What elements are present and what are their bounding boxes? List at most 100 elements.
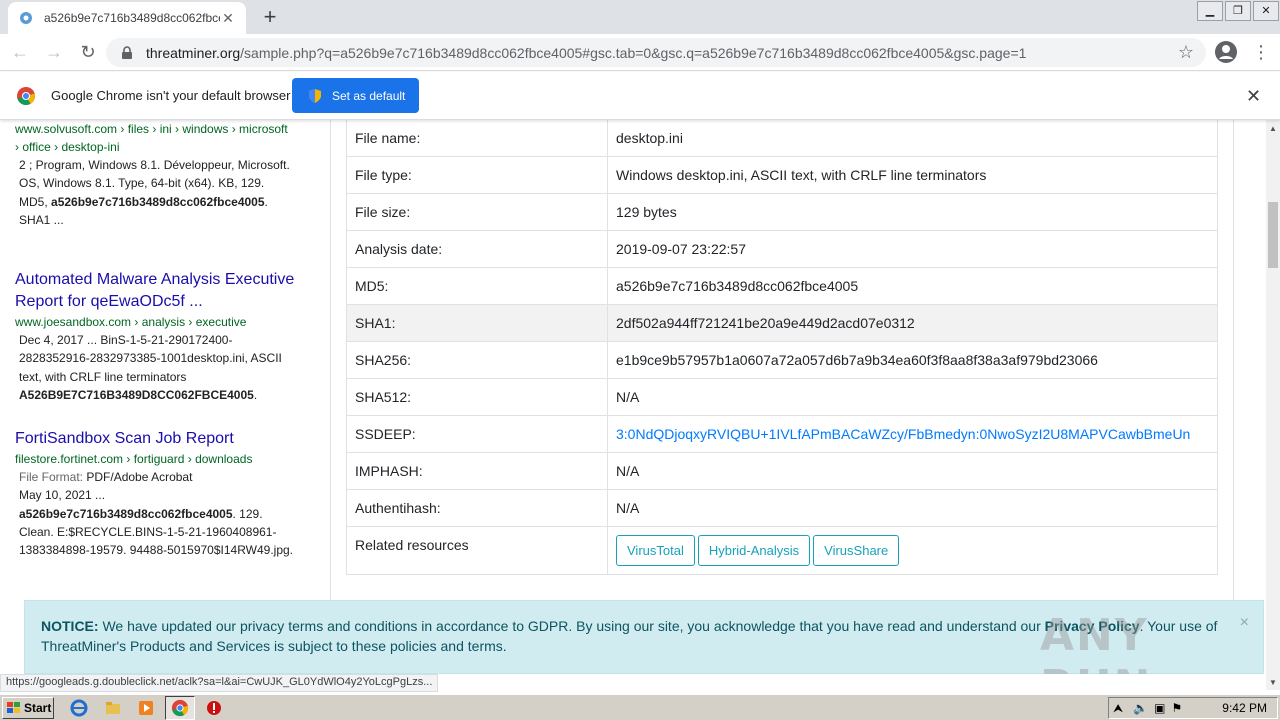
- page-content: www.solvusoft.com › files › ini › window…: [0, 120, 1268, 674]
- result-snippet: File Format: PDF/Adobe Acrobat May 10, 20…: [15, 468, 295, 559]
- start-button[interactable]: Start: [2, 697, 54, 719]
- window-controls: ▁ ❐ ✕: [1196, 0, 1280, 22]
- media-player-icon[interactable]: [137, 699, 155, 717]
- table-row: File size: 129 bytes: [347, 193, 1217, 230]
- result-title[interactable]: FortiSandbox Scan Job Report: [15, 428, 295, 450]
- restore-button[interactable]: ❐: [1225, 1, 1251, 21]
- row-label: SHA256:: [347, 342, 608, 378]
- row-value: 129 bytes: [616, 204, 677, 220]
- flag-icon[interactable]: ⚑: [1172, 701, 1183, 715]
- status-url: https://googleads.g.doubleclick.net/aclk…: [0, 674, 439, 692]
- result-url[interactable]: www.solvusoft.com › files › ini › window…: [15, 120, 295, 156]
- shield-icon: [309, 88, 321, 103]
- start-label: Start: [24, 701, 52, 715]
- ssdeep-link[interactable]: 3:0NdQDjoqxyRVIQBU+1IVLfAPmBACaWZcy/FbBm…: [608, 416, 1217, 452]
- virustotal-button[interactable]: VirusTotal: [616, 535, 695, 566]
- table-row: File name: desktop.ini: [347, 120, 1217, 156]
- row-value: N/A: [616, 500, 640, 516]
- virusshare-button[interactable]: VirusShare: [813, 535, 900, 566]
- result-url[interactable]: filestore.fortinet.com › fortiguard › do…: [15, 450, 295, 468]
- table-row: MD5: a526b9e7c716b3489d8cc062fbce4005: [347, 267, 1217, 304]
- snippet-highlight: a526b9e7c716b3489d8cc062fbce4005: [51, 194, 265, 209]
- url-path: /sample.php?q=a526b9e7c716b3489d8cc062fb…: [240, 44, 1027, 61]
- taskbar-clock: 9:42 PM: [1222, 701, 1267, 715]
- table-row: File type: Windows desktop.ini, ASCII tex…: [347, 156, 1217, 193]
- browser-toolbar: ← → ↻ threatminer.org/sample.php?q=a526b…: [0, 34, 1280, 71]
- related-buttons: VirusTotal Hybrid-Analysis VirusShare: [608, 527, 1217, 574]
- chrome-logo-icon: [17, 87, 35, 105]
- row-label: SHA512:: [347, 379, 608, 415]
- windows-logo-icon: [7, 702, 20, 713]
- row-value: e1b9ce9b57957b1a0607a72a057d6b7a9b34ea60…: [616, 352, 1098, 368]
- lock-icon: [122, 45, 132, 59]
- file-format-label: File Format:: [19, 470, 84, 484]
- file-details-table: File name: desktop.ini File type: Windows …: [346, 120, 1218, 575]
- notice-text: We have updated our privacy terms and co…: [98, 618, 1045, 634]
- row-label: SHA1:: [347, 305, 608, 341]
- tray-arrow-icon[interactable]: ⮝: [1113, 701, 1123, 716]
- row-value: desktop.ini: [616, 129, 683, 146]
- chrome-taskbar-icon: [171, 699, 189, 717]
- search-results-column: www.solvusoft.com › files › ini › window…: [0, 120, 300, 674]
- row-label: IMPHASH:: [347, 453, 608, 489]
- scroll-up-icon[interactable]: ▲: [1269, 124, 1277, 133]
- result-url[interactable]: www.joesandbox.com › analysis › executiv…: [15, 313, 295, 331]
- default-browser-infobar: Google Chrome isn't your default browser…: [0, 72, 1280, 120]
- table-row: SHA1: 2df502a944ff721241be20a9e449d2acd07…: [347, 304, 1217, 341]
- scroll-thumb[interactable]: [1268, 202, 1278, 268]
- ie-icon[interactable]: [70, 699, 88, 717]
- row-value: Windows desktop.ini, ASCII text, with CR…: [616, 167, 987, 183]
- set-default-button[interactable]: Set as default: [292, 78, 419, 113]
- volume-icon[interactable]: 🔈: [1133, 701, 1148, 715]
- row-label: Related resources: [347, 527, 608, 574]
- system-tray: ⮝ 🔈 ▣ ⚑ 9:42 PM: [1108, 697, 1278, 719]
- new-tab-button[interactable]: +: [258, 5, 282, 29]
- close-window-button[interactable]: ✕: [1253, 1, 1279, 21]
- taskbar-chrome-button[interactable]: [165, 696, 195, 720]
- row-label: Analysis date:: [347, 231, 608, 267]
- infobar-close-icon[interactable]: ✕: [1246, 86, 1261, 107]
- snippet-highlight: A526B9E7C716B3489D8CC062FBCE4005: [19, 387, 254, 402]
- search-result: Automated Malware Analysis Executive Rep…: [15, 269, 295, 404]
- network-icon[interactable]: ▣: [1154, 701, 1165, 715]
- address-bar[interactable]: threatminer.org/sample.php?q=a526b9e7c71…: [106, 38, 1206, 67]
- file-format-value: PDF/Adobe Acrobat: [86, 470, 193, 484]
- row-label: File size:: [347, 194, 608, 230]
- back-button[interactable]: ←: [6, 38, 34, 66]
- row-value: 2019-09-07 23:22:57: [616, 241, 746, 257]
- result-snippet: 2 ; Program, Windows 8.1. Développeur, M…: [15, 156, 295, 229]
- forward-button[interactable]: →: [40, 38, 68, 66]
- search-result: www.solvusoft.com › files › ini › window…: [15, 120, 295, 229]
- threatminer-favicon-icon: [20, 12, 32, 24]
- table-row: Related resources VirusTotal Hybrid-Anal…: [347, 526, 1217, 574]
- row-label: SSDEEP:: [347, 416, 608, 452]
- url-text: threatminer.org/sample.php?q=a526b9e7c71…: [146, 45, 1026, 61]
- reload-button[interactable]: ↻: [74, 38, 102, 66]
- url-host: threatminer.org: [146, 44, 241, 61]
- table-row: SHA256: e1b9ce9b57957b1a0607a72a057d6b7a9…: [347, 341, 1217, 378]
- hybrid-analysis-button[interactable]: Hybrid-Analysis: [697, 535, 811, 566]
- column-divider: [330, 120, 331, 674]
- minimize-button[interactable]: ▁: [1197, 1, 1223, 21]
- page-scrollbar[interactable]: ▲ ▼: [1266, 120, 1280, 690]
- browser-tab[interactable]: a526b9e7c716b3489d8cc062fbce4005 ✕: [8, 2, 246, 34]
- search-result: FortiSandbox Scan Job Report filestore.f…: [15, 428, 295, 559]
- security-alert-icon[interactable]: [205, 699, 223, 717]
- table-row: SHA512: N/A: [347, 378, 1217, 415]
- windows-taskbar: Start ⮝ 🔈 ▣ ⚑ 9:42 PM: [0, 694, 1280, 720]
- tab-close-icon[interactable]: ✕: [220, 10, 236, 27]
- row-label: Authentihash:: [347, 490, 608, 526]
- row-value: N/A: [616, 389, 640, 405]
- row-value: a526b9e7c716b3489d8cc062fbce4005: [616, 278, 859, 294]
- result-title[interactable]: Automated Malware Analysis Executive Rep…: [15, 269, 295, 313]
- bookmark-star-icon[interactable]: ☆: [1178, 42, 1194, 63]
- row-label: MD5:: [347, 268, 608, 304]
- folder-icon[interactable]: [104, 699, 122, 717]
- scroll-down-icon[interactable]: ▼: [1269, 678, 1277, 687]
- profile-avatar-icon[interactable]: [1214, 40, 1238, 64]
- chrome-menu-icon[interactable]: ⋮: [1252, 42, 1270, 63]
- result-snippet: Dec 4, 2017 ... BinS-1-5-21-290172400-28…: [15, 331, 295, 404]
- anyrun-watermark: ANY RUN: [1040, 610, 1150, 674]
- row-value: 2df502a944ff721241be20a9e449d2acd07e0312: [616, 315, 915, 331]
- panel-border: [1233, 120, 1234, 600]
